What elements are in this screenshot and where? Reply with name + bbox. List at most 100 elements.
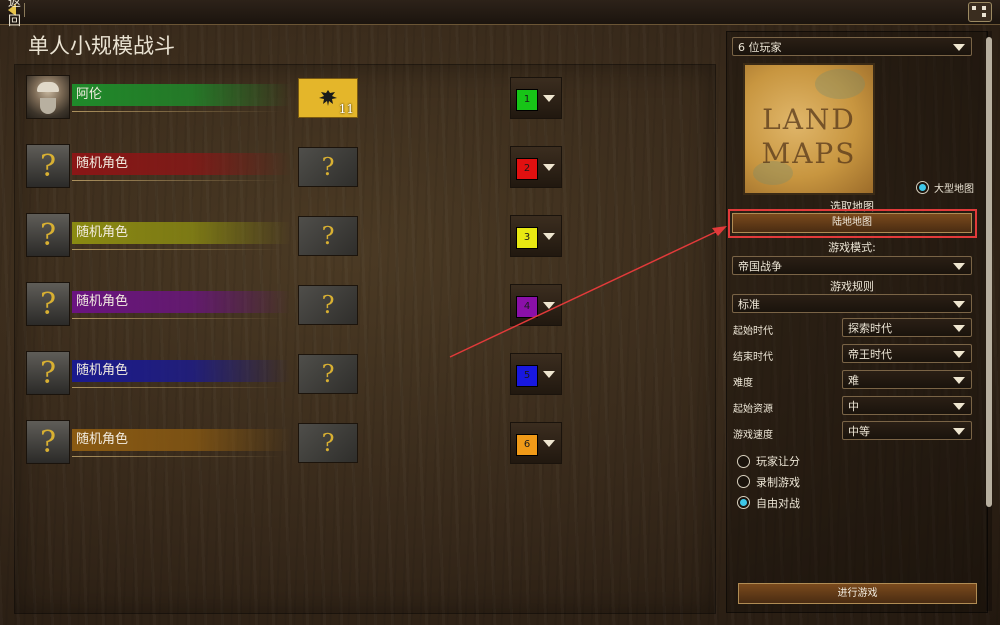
color-swatch: 3 bbox=[516, 227, 538, 249]
question-mark-icon[interactable]: ? bbox=[26, 144, 70, 188]
player-row: ? 随机角色? 4 bbox=[26, 282, 586, 326]
game-mode-value: 帝国战争 bbox=[738, 260, 782, 273]
player-color-dropdown[interactable]: 1 bbox=[510, 77, 562, 119]
question-mark-icon[interactable]: ? bbox=[26, 420, 70, 464]
resources-value: 中 bbox=[848, 400, 859, 413]
player-name[interactable]: 阿伦 bbox=[72, 84, 291, 112]
player-count-value: 6 位玩家 bbox=[738, 41, 782, 54]
back-button[interactable]: 返回 bbox=[8, 0, 25, 29]
scrollbar-thumb[interactable] bbox=[986, 37, 992, 507]
question-mark-icon[interactable]: ? bbox=[26, 213, 70, 257]
free-for-all-label: 自由对战 bbox=[756, 497, 800, 510]
free-for-all-radio[interactable] bbox=[737, 496, 750, 509]
player-row: ? 随机角色? 3 bbox=[26, 213, 586, 257]
map-image-text: LAND bbox=[762, 103, 856, 136]
color-swatch: 2 bbox=[516, 158, 538, 180]
player-name[interactable]: 随机角色 bbox=[72, 360, 291, 388]
chevron-down-icon bbox=[953, 263, 965, 270]
player-color-dropdown[interactable]: 4 bbox=[510, 284, 562, 326]
start-game-button[interactable]: 进行游戏 bbox=[738, 583, 977, 604]
difficulty-label: 难度 bbox=[733, 378, 753, 389]
player-name[interactable]: 随机角色 bbox=[72, 222, 291, 250]
civilization-number: 11 bbox=[338, 102, 354, 116]
map-preview-image[interactable]: LAND MAPS bbox=[743, 63, 875, 195]
chevron-down-icon bbox=[953, 44, 965, 51]
rules-value: 标准 bbox=[738, 298, 760, 311]
game-mode-label: 游戏模式: bbox=[828, 241, 876, 254]
chevron-down-icon bbox=[543, 371, 555, 378]
large-map-radio[interactable] bbox=[916, 181, 929, 194]
settings-scrollbar[interactable] bbox=[986, 31, 992, 611]
eagle-icon bbox=[319, 90, 337, 106]
random-civilization-selector[interactable]: ? bbox=[298, 147, 358, 187]
random-civilization-symbol: ? bbox=[321, 429, 335, 457]
end-age-label: 结束时代 bbox=[733, 352, 773, 363]
chevron-down-icon bbox=[543, 302, 555, 309]
select-map-label: 选取地图 bbox=[830, 200, 874, 213]
record-game-radio[interactable] bbox=[737, 475, 750, 488]
chevron-down-icon bbox=[953, 301, 965, 308]
page-title: 单人小规模战斗 bbox=[28, 34, 175, 58]
chevron-down-icon bbox=[953, 351, 965, 358]
color-swatch: 6 bbox=[516, 434, 538, 456]
player-count-dropdown[interactable]: 6 位玩家 bbox=[732, 37, 972, 56]
handicap-label: 玩家让分 bbox=[756, 455, 800, 468]
question-mark-icon[interactable]: ? bbox=[26, 282, 70, 326]
random-civilization-symbol: ? bbox=[321, 360, 335, 388]
chevron-down-icon bbox=[953, 377, 965, 384]
speed-dropdown[interactable]: 中等 bbox=[842, 421, 972, 440]
resources-dropdown[interactable]: 中 bbox=[842, 396, 972, 415]
random-civilization-selector[interactable]: ? bbox=[298, 354, 358, 394]
player-color-dropdown[interactable]: 5 bbox=[510, 353, 562, 395]
chevron-down-icon bbox=[543, 164, 555, 171]
end-age-value: 帝王时代 bbox=[848, 348, 892, 361]
player-row: ? 随机角色? 6 bbox=[26, 420, 586, 464]
game-mode-dropdown[interactable]: 帝国战争 bbox=[732, 256, 972, 275]
player-color-dropdown[interactable]: 3 bbox=[510, 215, 562, 257]
start-age-dropdown[interactable]: 探索时代 bbox=[842, 318, 972, 337]
chevron-down-icon bbox=[543, 440, 555, 447]
random-civilization-symbol: ? bbox=[321, 222, 335, 250]
random-civilization-selector[interactable]: ? bbox=[298, 216, 358, 256]
player-portrait[interactable] bbox=[26, 75, 70, 119]
random-civilization-symbol: ? bbox=[321, 291, 335, 319]
rules-label: 游戏规则 bbox=[830, 280, 874, 293]
end-age-dropdown[interactable]: 帝王时代 bbox=[842, 344, 972, 363]
record-game-label: 录制游戏 bbox=[756, 476, 800, 489]
difficulty-value: 难 bbox=[848, 374, 859, 387]
random-civilization-selector[interactable]: ? bbox=[298, 423, 358, 463]
start-age-value: 探索时代 bbox=[848, 322, 892, 335]
random-civilization-symbol: ? bbox=[321, 153, 335, 181]
player-row: 阿伦 11 1 bbox=[26, 75, 586, 119]
player-name[interactable]: 随机角色 bbox=[72, 153, 291, 181]
player-color-dropdown[interactable]: 6 bbox=[510, 422, 562, 464]
random-civilization-selector[interactable]: ? bbox=[298, 285, 358, 325]
speed-value: 中等 bbox=[848, 425, 870, 438]
color-swatch: 5 bbox=[516, 365, 538, 387]
player-name[interactable]: 随机角色 bbox=[72, 291, 291, 319]
rules-dropdown[interactable]: 标准 bbox=[732, 294, 972, 313]
network-icon[interactable] bbox=[968, 2, 992, 22]
handicap-radio[interactable] bbox=[737, 455, 750, 468]
player-color-dropdown[interactable]: 2 bbox=[510, 146, 562, 188]
start-age-label: 起始时代 bbox=[733, 326, 773, 337]
chevron-down-icon bbox=[953, 428, 965, 435]
civilization-selector[interactable]: 11 bbox=[298, 78, 358, 118]
speed-label: 游戏速度 bbox=[733, 430, 773, 441]
difficulty-dropdown[interactable]: 难 bbox=[842, 370, 972, 389]
map-image-text: MAPS bbox=[761, 137, 857, 170]
color-swatch: 4 bbox=[516, 296, 538, 318]
back-label: 返回 bbox=[8, 0, 22, 29]
chevron-down-icon bbox=[953, 325, 965, 332]
player-row: ? 随机角色? 5 bbox=[26, 351, 586, 395]
chevron-down-icon bbox=[953, 403, 965, 410]
resources-label: 起始资源 bbox=[733, 404, 773, 415]
top-bar: 返回 bbox=[0, 0, 1000, 29]
color-swatch: 1 bbox=[516, 89, 538, 111]
player-name[interactable]: 随机角色 bbox=[72, 429, 291, 457]
chevron-down-icon bbox=[543, 95, 555, 102]
land-map-button[interactable]: 陆地地图 bbox=[732, 213, 972, 233]
large-map-label: 大型地图 bbox=[934, 184, 974, 195]
question-mark-icon[interactable]: ? bbox=[26, 351, 70, 395]
chevron-down-icon bbox=[543, 233, 555, 240]
